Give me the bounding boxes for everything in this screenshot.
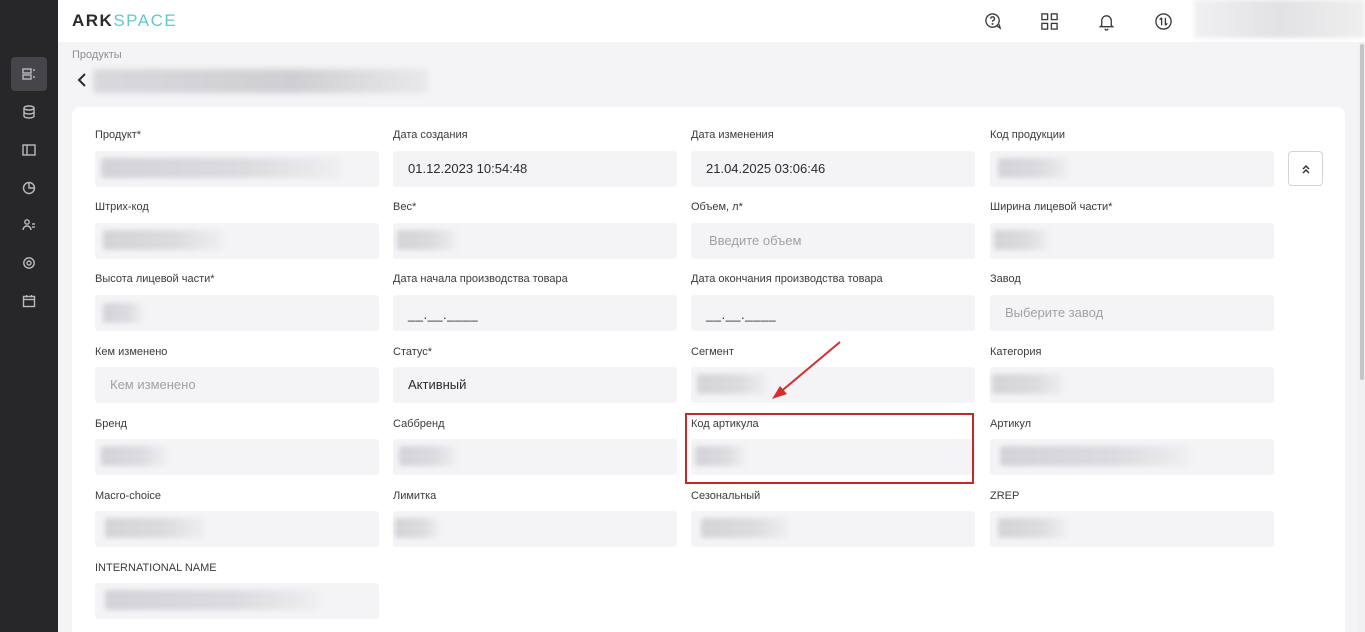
- subbrand-label: Саббренд: [393, 418, 445, 430]
- redacted-value: [1000, 446, 1190, 466]
- sidebar-item-analytics[interactable]: [11, 171, 47, 205]
- barcode-label: Штрих-код: [95, 201, 149, 213]
- redacted-value: [105, 590, 320, 610]
- category-field[interactable]: [990, 367, 1274, 403]
- modified-date-label: Дата изменения: [691, 129, 774, 141]
- plant-label: Завод: [990, 273, 1021, 285]
- modified-by-label: Кем изменено: [95, 346, 168, 358]
- sidebar: [0, 0, 58, 632]
- macro-choice-field[interactable]: [95, 511, 379, 547]
- redacted-value: [697, 374, 767, 394]
- sidebar-item-settings[interactable]: [11, 246, 47, 280]
- redacted-value: [992, 374, 1064, 394]
- page-title: [93, 69, 428, 93]
- chevron-left-icon: [77, 73, 86, 87]
- apps-grid-icon: [1040, 12, 1058, 30]
- sidebar-item-users[interactable]: [11, 208, 47, 242]
- modified-by-input[interactable]: Кем изменено: [95, 367, 379, 403]
- created-date-field[interactable]: 01.12.2023 10:54:48: [393, 151, 677, 187]
- subbrand-field[interactable]: [393, 439, 677, 475]
- product-code-field[interactable]: [990, 151, 1274, 187]
- category-label: Категория: [990, 346, 1042, 358]
- users-icon: [22, 219, 35, 231]
- help-chat-icon: [984, 12, 1001, 30]
- weight-label: Вес*: [393, 201, 417, 213]
- limit-label: Лимитка: [393, 490, 437, 502]
- international-name-field[interactable]: [95, 583, 379, 619]
- modified-date-field[interactable]: 21.04.2025 03:06:46: [691, 151, 975, 187]
- sync-button[interactable]: [1152, 10, 1174, 32]
- redacted-value: [103, 230, 223, 250]
- weight-field[interactable]: [393, 223, 677, 259]
- settings-icon: [23, 257, 35, 269]
- notification-bell-icon: [1098, 14, 1114, 31]
- highlight-box: [685, 413, 974, 484]
- redacted-value: [399, 446, 457, 466]
- status-select[interactable]: Активный: [393, 367, 677, 403]
- app-logo[interactable]: ARKSPACE: [72, 11, 177, 31]
- redacted-value: [395, 518, 440, 538]
- volume-input[interactable]: Введите объем: [691, 223, 975, 259]
- redacted-value: [998, 518, 1066, 538]
- apps-grid-button[interactable]: [1038, 10, 1060, 32]
- zrep-field[interactable]: [990, 511, 1274, 547]
- redacted-value: [101, 446, 166, 466]
- redacted-value: [998, 158, 1068, 178]
- barcode-field[interactable]: [95, 223, 379, 259]
- sidebar-item-products[interactable]: [11, 57, 47, 91]
- redacted-value: [103, 303, 143, 323]
- redacted-value: [101, 158, 341, 178]
- breadcrumb[interactable]: Продукты: [72, 49, 122, 61]
- face-height-field[interactable]: [95, 295, 379, 331]
- production-start-date-input[interactable]: __.__.____: [393, 295, 677, 331]
- status-label: Статус*: [393, 346, 433, 358]
- product-code-label: Код продукции: [990, 129, 1066, 141]
- segment-label: Сегмент: [691, 346, 734, 358]
- back-button[interactable]: [76, 71, 90, 91]
- collapse-button[interactable]: [1288, 151, 1323, 186]
- sync-icon: [1154, 12, 1172, 30]
- chevron-double-up-icon: [1302, 164, 1309, 173]
- help-chat-button[interactable]: [982, 10, 1004, 32]
- face-width-field[interactable]: [990, 223, 1274, 259]
- article-field[interactable]: [990, 439, 1274, 475]
- production-start-label: Дата начала производства товара: [393, 273, 568, 285]
- brand-label: Бренд: [95, 418, 127, 430]
- redacted-value: [105, 518, 205, 538]
- seasonal-field[interactable]: [691, 511, 975, 547]
- redacted-value: [397, 230, 457, 250]
- notification-button[interactable]: [1095, 10, 1117, 32]
- international-name-label: INTERNATIONAL NAME: [95, 562, 217, 574]
- zrep-label: ZREP: [990, 490, 1020, 502]
- product-field[interactable]: [95, 151, 379, 187]
- top-header: ARKSPACE: [58, 0, 1365, 42]
- sidebar-item-layout[interactable]: [11, 133, 47, 167]
- sidebar-item-database[interactable]: [11, 95, 47, 129]
- product-label: Продукт*: [95, 129, 142, 141]
- layout-icon: [22, 144, 36, 156]
- chart-pie-icon: [22, 181, 36, 195]
- annotation-arrow-icon: [772, 341, 841, 399]
- face-width-label: Ширина лицевой части*: [990, 201, 1113, 213]
- seasonal-label: Сезональный: [691, 490, 761, 502]
- redacted-value: [701, 518, 789, 538]
- calendar-icon: [22, 295, 36, 308]
- production-end-date-input[interactable]: __.__.____: [691, 295, 975, 331]
- scrollbar-thumb[interactable]: [1360, 44, 1364, 380]
- products-icon: [22, 68, 35, 80]
- article-label: Артикул: [990, 418, 1032, 430]
- redacted-value: [994, 230, 1049, 250]
- user-profile-menu[interactable]: [1194, 0, 1365, 38]
- sidebar-item-calendar[interactable]: [11, 284, 47, 318]
- brand-field[interactable]: [95, 439, 379, 475]
- database-icon: [23, 105, 35, 119]
- created-date-label: Дата создания: [393, 129, 468, 141]
- production-end-label: Дата окончания производства товара: [691, 273, 883, 285]
- face-height-label: Высота лицевой части*: [95, 273, 215, 285]
- macro-choice-label: Macro-choice: [95, 490, 162, 502]
- limit-field[interactable]: [393, 511, 677, 547]
- plant-select[interactable]: Выберите завод: [990, 295, 1274, 331]
- volume-label: Объем, л*: [691, 201, 743, 213]
